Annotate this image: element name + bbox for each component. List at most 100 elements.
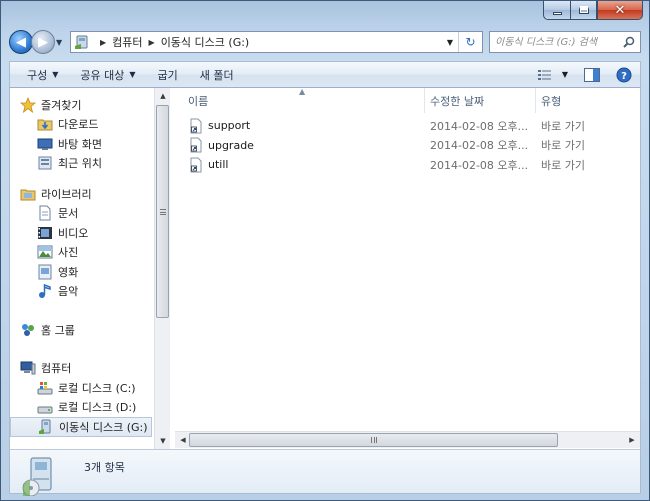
nav-item-label: 사진 <box>58 246 79 260</box>
content-area: 즐겨찾기 다운로드 바탕 화면 최근 위치 라이브러리 문서 비디오 사진 영화… <box>9 87 641 449</box>
nav-item-label: 다운로드 <box>58 118 99 132</box>
nav-favorites-label: 즐겨찾기 <box>41 98 82 112</box>
view-options-dropdown[interactable]: ▼ <box>562 62 576 87</box>
nav-homegroup[interactable]: 홈 그룹 <box>10 320 154 340</box>
scroll-right-arrow-icon[interactable]: ▶ <box>624 432 640 448</box>
file-list: ▲ 이름 수정한 날짜 유형 support 2014-02-08 오후... … <box>175 87 640 449</box>
file-type: 바로 가기 <box>541 119 585 133</box>
preview-pane-button[interactable] <box>576 62 608 87</box>
explorer-window: ✕ ◀ ▶ ▼ ▶ 컴퓨터 ▶ 이동식 디스크 (G:) ▼ ↻ 이동식 디스크… <box>0 0 650 501</box>
chevron-right-icon[interactable]: ▶ <box>100 38 106 47</box>
scrollbar-thumb[interactable] <box>189 433 558 447</box>
breadcrumb: ▶ 컴퓨터 ▶ 이동식 디스크 (G:) <box>94 34 249 50</box>
dropdown-arrow-icon: ▼ <box>129 70 136 79</box>
caption-buttons: ✕ <box>543 1 643 20</box>
dropdown-arrow-icon: ▼ <box>52 70 59 79</box>
nav-item-pictures[interactable]: 사진 <box>10 243 154 263</box>
share-with-button[interactable]: 공유 대상 ▼ <box>69 62 146 87</box>
breadcrumb-computer[interactable]: 컴퓨터 <box>112 34 142 50</box>
navigation-pane-scrollbar[interactable]: ▲ ▼ <box>154 88 170 449</box>
organize-button[interactable]: 구성 ▼ <box>16 62 69 87</box>
change-view-button[interactable] <box>530 62 562 87</box>
nav-favorites[interactable]: 즐겨찾기 <box>10 95 154 115</box>
svg-text:?: ? <box>621 71 627 82</box>
nav-libraries-label: 라이브러리 <box>41 187 92 201</box>
refresh-icon: ↻ <box>465 35 476 49</box>
column-header-date[interactable]: 수정한 날짜 <box>425 88 536 113</box>
view-list-icon <box>537 69 551 80</box>
nav-item-label: 비디오 <box>58 226 89 240</box>
item-count: 3개 항목 <box>84 461 125 474</box>
nav-item-label: 최근 위치 <box>58 157 102 171</box>
burn-button[interactable]: 굽기 <box>147 62 189 87</box>
nav-item-music[interactable]: 음악 <box>10 282 154 302</box>
file-name: support <box>208 119 251 133</box>
scroll-down-arrow-icon[interactable]: ▼ <box>155 433 171 449</box>
burn-label: 굽기 <box>157 68 178 82</box>
desktop-icon <box>37 138 53 150</box>
file-date: 2014-02-08 오후... <box>430 158 529 172</box>
preview-pane-icon <box>584 67 600 82</box>
nav-item-local-disk-c[interactable]: 로컬 디스크 (C:) <box>10 378 154 398</box>
nav-item-label: 로컬 디스크 (C:) <box>58 381 136 395</box>
address-history-dropdown[interactable]: ▼ <box>442 38 458 47</box>
local-disk-icon <box>37 381 53 395</box>
scrollbar-thumb[interactable] <box>156 105 169 318</box>
new-folder-label: 새 폴더 <box>199 68 234 82</box>
nav-computer[interactable]: 컴퓨터 <box>10 359 154 379</box>
search-input[interactable] <box>495 36 623 48</box>
nav-item-label: 음악 <box>58 285 79 299</box>
removable-disk-icon <box>75 35 88 49</box>
star-icon <box>20 96 36 113</box>
grip-icon <box>159 208 166 215</box>
file-row[interactable]: utill 2014-02-08 오후... 바로 가기 <box>175 155 640 175</box>
nav-libraries[interactable]: 라이브러리 <box>10 184 154 204</box>
minimize-icon <box>552 11 562 15</box>
nav-item-removable-disk-g[interactable]: 이동식 디스크 (G:) <box>10 417 152 437</box>
nav-item-documents[interactable]: 문서 <box>10 204 154 224</box>
arrow-left-icon: ◀ <box>16 34 26 50</box>
recent-pages-dropdown[interactable]: ▼ <box>56 38 66 47</box>
nav-item-label: 바탕 화면 <box>58 137 102 151</box>
nav-item-videos[interactable]: 비디오 <box>10 223 154 243</box>
details-pane: 3개 항목 <box>9 449 641 496</box>
maximize-button[interactable] <box>570 1 597 20</box>
scroll-up-arrow-icon[interactable]: ▲ <box>155 88 171 104</box>
refresh-button[interactable]: ↻ <box>458 32 482 52</box>
nav-item-desktop[interactable]: 바탕 화면 <box>10 134 154 154</box>
shortcut-icon <box>190 118 202 134</box>
breadcrumb-removable-disk[interactable]: 이동식 디스크 (G:) <box>161 34 250 50</box>
address-bar[interactable]: ▶ 컴퓨터 ▶ 이동식 디스크 (G:) ▼ ↻ <box>70 31 483 53</box>
new-folder-button[interactable]: 새 폴더 <box>189 62 245 87</box>
help-button[interactable]: ? <box>608 62 640 87</box>
nav-item-downloads[interactable]: 다운로드 <box>10 115 154 135</box>
movies-icon <box>38 264 52 280</box>
local-disk-icon <box>37 406 53 414</box>
close-button[interactable]: ✕ <box>597 1 643 20</box>
homegroup-icon <box>22 323 34 336</box>
chevron-right-icon[interactable]: ▶ <box>149 38 155 47</box>
nav-item-label: 로컬 디스크 (D:) <box>58 401 137 415</box>
back-button[interactable]: ◀ <box>9 30 33 54</box>
forward-button[interactable]: ▶ <box>31 30 55 54</box>
file-name: utill <box>208 158 229 172</box>
nav-item-label: 문서 <box>58 207 79 221</box>
file-row[interactable]: upgrade 2014-02-08 오후... 바로 가기 <box>175 136 640 156</box>
nav-item-recent-places[interactable]: 최근 위치 <box>10 154 154 174</box>
arrow-right-icon: ▶ <box>38 34 48 50</box>
shortcut-icon <box>190 157 202 173</box>
nav-item-local-disk-d[interactable]: 로컬 디스크 (D:) <box>10 398 154 418</box>
nav-item-movies[interactable]: 영화 <box>10 262 154 282</box>
file-date: 2014-02-08 오후... <box>430 119 529 133</box>
music-icon <box>39 284 51 299</box>
help-icon: ? <box>616 67 632 82</box>
file-list-horizontal-scrollbar[interactable]: ◀ ▶ <box>175 431 640 448</box>
sort-ascending-icon: ▲ <box>299 87 306 96</box>
close-icon: ✕ <box>614 2 626 18</box>
file-row[interactable]: support 2014-02-08 오후... 바로 가기 <box>175 116 640 136</box>
command-bar: 구성 ▼ 공유 대상 ▼ 굽기 새 폴더 ▼ ? <box>9 61 641 88</box>
search-icon[interactable] <box>623 36 635 48</box>
column-header-type[interactable]: 유형 <box>536 88 636 113</box>
minimize-button[interactable] <box>543 1 570 20</box>
removable-disk-icon <box>39 419 51 434</box>
